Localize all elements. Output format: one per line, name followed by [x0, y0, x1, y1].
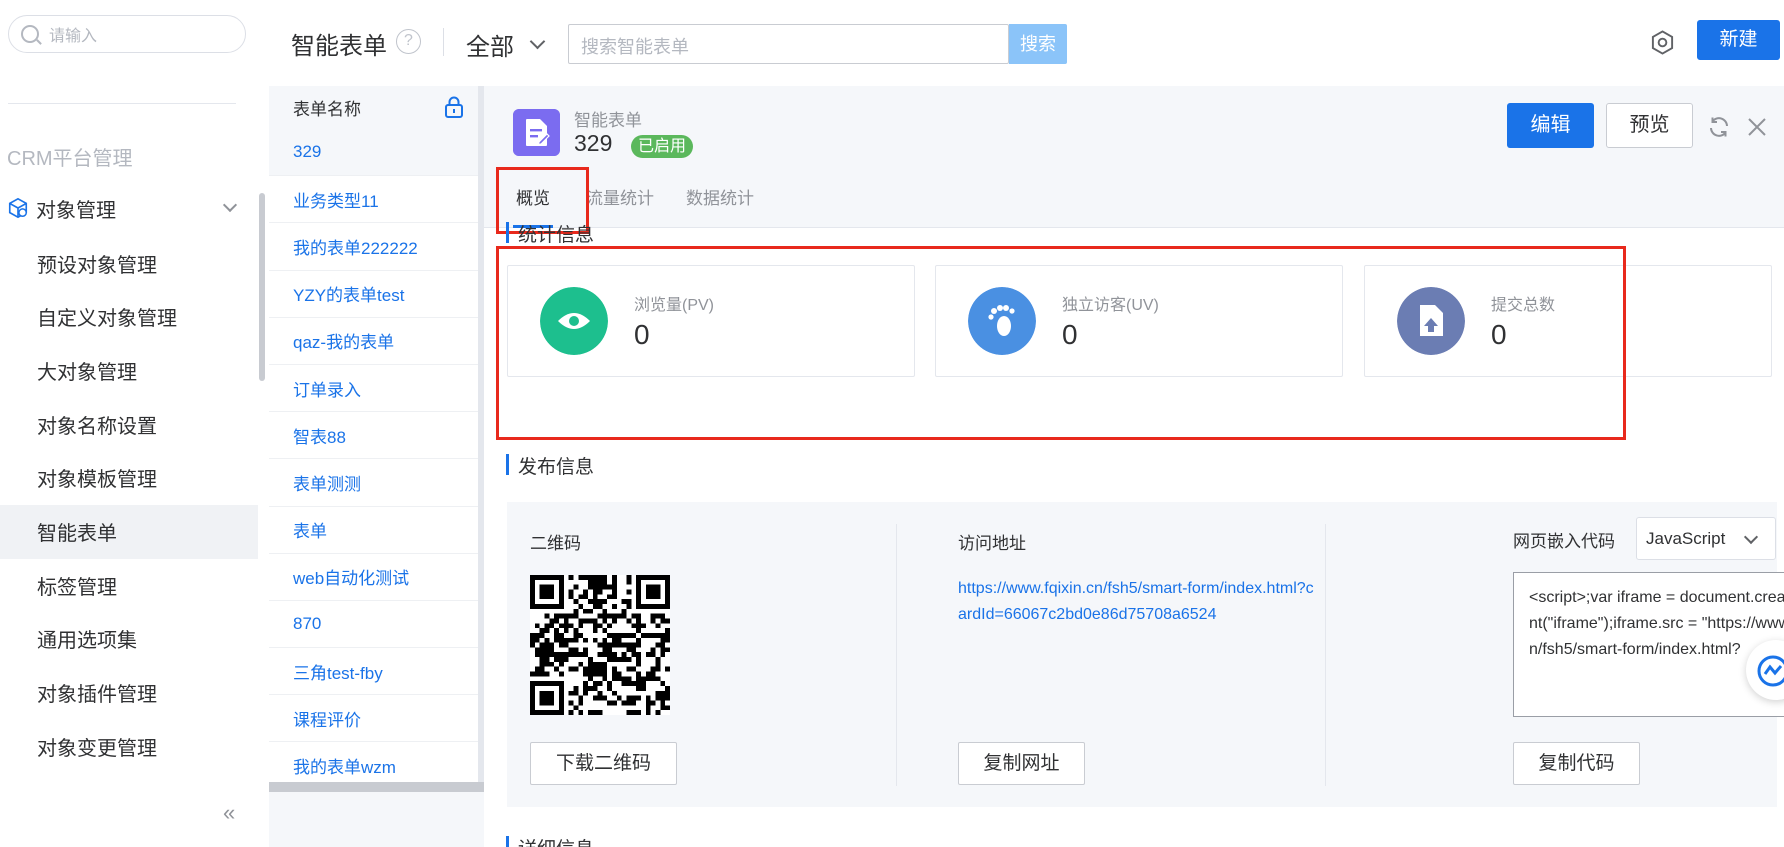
form-document-icon	[513, 109, 560, 156]
form-list-item[interactable]: 我的表单wzm	[269, 742, 478, 782]
detail-form-name: 329	[574, 130, 613, 156]
form-list-horizontal-scrollbar[interactable]	[269, 782, 484, 792]
sidebar-item[interactable]: 大对象管理	[0, 343, 258, 397]
qr-label: 二维码	[530, 534, 581, 553]
help-icon[interactable]: ?	[396, 29, 421, 54]
sidebar-item[interactable]: 通用选项集	[0, 612, 258, 666]
sidebar: 请输入 CRM平台管理 对象管理 预设对象管理 自定义对象管理 大对象管理 对象名称设…	[0, 0, 269, 847]
sidebar-item[interactable]: 智能表单	[0, 504, 258, 559]
form-list-item[interactable]: 订单录入	[269, 365, 478, 413]
status-badge: 已启用	[631, 135, 694, 158]
sidebar-section-title: CRM平台管理	[7, 148, 133, 170]
qr-code-image	[530, 575, 670, 715]
new-button[interactable]: 新建	[1697, 20, 1780, 60]
preview-button[interactable]: 预览	[1606, 103, 1693, 148]
page-title: 智能表单	[291, 33, 387, 60]
tab-traffic-stats[interactable]: 流量统计	[586, 170, 654, 228]
top-bar: 智能表单 ? 全部 搜索智能表单 搜索 新建	[269, 0, 1784, 86]
refresh-icon[interactable]	[1707, 115, 1731, 139]
url-label: 访问地址	[958, 534, 1026, 553]
form-list-item[interactable]: 智表88	[269, 412, 478, 460]
form-search-input[interactable]: 搜索智能表单	[568, 24, 1009, 64]
download-qr-button[interactable]: 下载二维码	[530, 742, 677, 785]
embed-language-select[interactable]: JavaScript	[1636, 517, 1776, 560]
detail-type-label: 智能表单	[574, 111, 642, 130]
filter-label: 全部	[466, 34, 514, 61]
form-list-item[interactable]: 表单测测	[269, 459, 478, 507]
assistant-icon	[1757, 655, 1784, 687]
embed-language-value: JavaScript	[1646, 529, 1726, 548]
form-list-item[interactable]: YZY的表单test	[269, 271, 478, 318]
column-divider	[896, 524, 897, 786]
sidebar-divider	[8, 103, 236, 104]
sidebar-group-label: 对象管理	[36, 199, 116, 222]
form-list-item[interactable]: 三角test-fby	[269, 648, 478, 696]
form-list-item[interactable]: 我的表单222222	[269, 223, 478, 271]
chevron-down-icon	[1743, 529, 1759, 545]
edit-button[interactable]: 编辑	[1507, 103, 1594, 148]
publish-panel: 二维码 下载二维码 访问地址 https://www.fqixin.cn/fsh…	[507, 502, 1784, 807]
chevron-down-icon	[529, 33, 546, 50]
form-list-item[interactable]: 表单	[269, 507, 478, 554]
sidebar-search-placeholder: 请输入	[49, 28, 98, 45]
divider	[443, 28, 444, 56]
sidebar-item[interactable]: 标签管理	[0, 558, 258, 612]
search-icon	[21, 25, 39, 43]
sidebar-item[interactable]: 自定义对象管理	[0, 290, 258, 344]
settings-icon[interactable]	[1650, 30, 1675, 55]
stats-section-title: 统计信息	[506, 220, 594, 247]
sidebar-scrollbar[interactable]	[259, 193, 265, 381]
sidebar-item[interactable]: 对象插件管理	[0, 666, 258, 720]
sidebar-item[interactable]: 对象名称设置	[0, 397, 258, 451]
detail-tabs: 概览 流量统计 数据统计	[484, 170, 1784, 228]
sidebar-item[interactable]: 对象模板管理	[0, 451, 258, 505]
form-list-item[interactable]: 870	[269, 601, 478, 649]
sidebar-group-object-management[interactable]: 对象管理	[7, 190, 238, 226]
filter-dropdown[interactable]: 全部	[466, 27, 546, 62]
copy-url-button[interactable]: 复制网址	[958, 742, 1085, 785]
sidebar-item[interactable]: 对象变更管理	[0, 719, 258, 773]
form-list-item[interactable]: web自动化测试	[269, 554, 478, 601]
form-list-panel: 表单名称 329 业务类型11 我的表单222222 YZY的表单test qaz-我的…	[269, 86, 484, 847]
form-list-header: 表单名称	[269, 86, 478, 129]
tab-data-stats[interactable]: 数据统计	[686, 170, 754, 228]
close-icon[interactable]	[1747, 117, 1767, 137]
collapse-sidebar-button[interactable]: «	[223, 800, 235, 826]
column-divider	[1325, 524, 1326, 786]
lock-icon[interactable]	[444, 96, 464, 118]
form-list: 表单名称 329 业务类型11 我的表单222222 YZY的表单test qaz-我的…	[269, 86, 478, 782]
form-list-item[interactable]: qaz-我的表单	[269, 318, 478, 365]
sidebar-item[interactable]: 预设对象管理	[0, 236, 258, 290]
sidebar-search-input[interactable]: 请输入	[8, 15, 246, 53]
detail-info-section-title: 详细信息	[506, 834, 594, 847]
publish-section-title: 发布信息	[506, 452, 594, 479]
form-detail-panel: 智能表单 329 已启用 编辑 预览 概览 流量统计 数据统计 统计信息 浏览量…	[484, 86, 1784, 847]
form-list-header-label: 表单名称	[293, 100, 361, 119]
embed-code-label: 网页嵌入代码	[1513, 532, 1615, 551]
highlight-box-stats	[496, 246, 1626, 440]
detail-header: 智能表单 329 已启用 编辑 预览	[484, 86, 1784, 170]
search-button[interactable]: 搜索	[1009, 24, 1067, 64]
copy-code-button[interactable]: 复制代码	[1513, 742, 1640, 785]
form-list-item[interactable]: 329	[269, 129, 478, 177]
cube-icon	[8, 197, 28, 219]
embed-code-text: <script>;var iframe = document.createEle…	[1529, 589, 1784, 658]
chevron-down-icon	[222, 197, 238, 213]
access-url-link[interactable]: https://www.fqixin.cn/fsh5/smart-form/in…	[958, 576, 1316, 628]
form-list-item[interactable]: 业务类型11	[269, 176, 478, 224]
embed-code-textarea[interactable]: <script>;var iframe = document.createEle…	[1513, 572, 1784, 717]
form-list-item[interactable]: 课程评价	[269, 695, 478, 743]
